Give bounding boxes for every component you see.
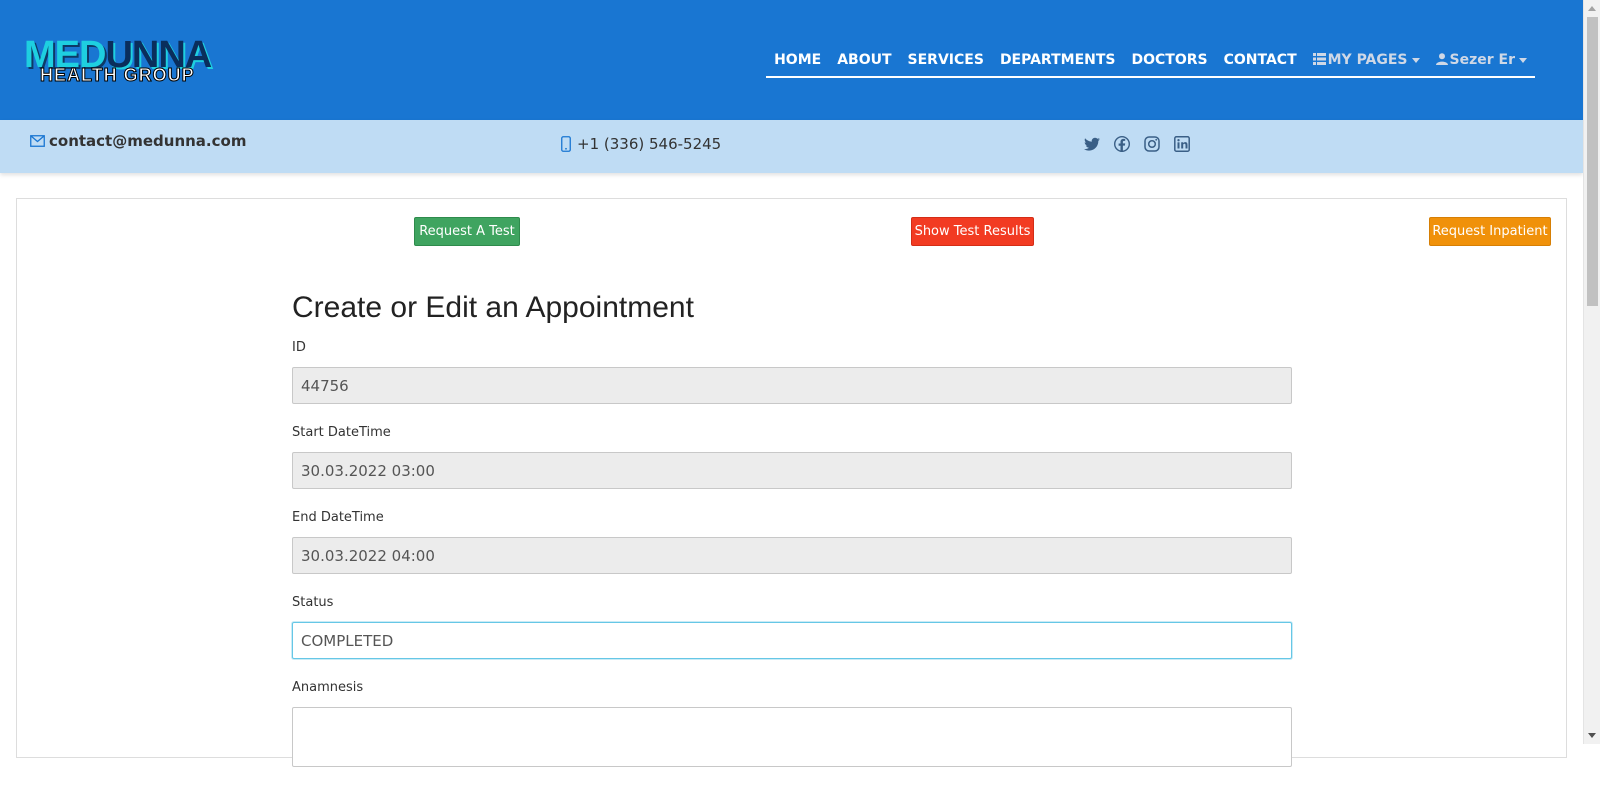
nav-contact[interactable]: CONTACT [1224, 52, 1297, 68]
nav-my-pages-label: MY PAGES [1327, 52, 1408, 68]
status-field[interactable]: COMPLETED [292, 622, 1292, 659]
social-links [1084, 136, 1190, 152]
appointment-card: Request A Test Show Test Results Request… [16, 198, 1567, 767]
list-icon [1312, 53, 1326, 65]
medunna-logo[interactable]: MEDUNNA HEALTH GROUP [24, 36, 314, 88]
nav-services[interactable]: SERVICES [908, 52, 984, 68]
linkedin-icon[interactable] [1174, 136, 1190, 152]
main-nav: HOME ABOUT SERVICES DEPARTMENTS DOCTORS … [766, 48, 1535, 78]
show-test-results-button[interactable]: Show Test Results [911, 217, 1034, 246]
envelope-icon [30, 135, 45, 147]
contact-bar: contact@medunna.com +1 (336) 546-5245 [0, 120, 1583, 173]
nav-home[interactable]: HOME [774, 52, 821, 68]
scroll-down-icon[interactable] [1588, 733, 1596, 738]
anamnesis-label: Anamnesis [292, 680, 364, 695]
scroll-thumb[interactable] [1587, 17, 1598, 306]
user-icon [1435, 53, 1448, 65]
logo-subtitle: HEALTH GROUP [40, 65, 195, 85]
nav-doctors[interactable]: DOCTORS [1131, 52, 1207, 68]
request-test-button[interactable]: Request A Test [414, 217, 520, 246]
contact-phone[interactable]: +1 (336) 546-5245 [561, 135, 721, 153]
top-header: MEDUNNA HEALTH GROUP HOME ABOUT SERVICES… [0, 0, 1583, 120]
anamnesis-textarea[interactable] [292, 707, 1292, 767]
page-scrollbar[interactable] [1583, 0, 1600, 744]
appointment-form: Create or Edit an Appointment ID 44756 S… [292, 279, 1292, 787]
nav-departments[interactable]: DEPARTMENTS [1000, 52, 1116, 68]
twitter-icon[interactable] [1084, 136, 1100, 152]
request-inpatient-button[interactable]: Request Inpatient [1429, 217, 1551, 246]
phone-text: +1 (336) 546-5245 [577, 135, 722, 153]
nav-about[interactable]: ABOUT [837, 52, 891, 68]
chevron-down-icon [1519, 57, 1527, 63]
end-datetime-field: 30.03.2022 04:00 [292, 537, 1292, 574]
page-title: Create or Edit an Appointment [292, 291, 694, 324]
start-datetime-label: Start DateTime [292, 425, 391, 440]
nav-user-menu[interactable]: Sezer Er [1435, 52, 1527, 68]
email-text: contact@medunna.com [49, 132, 247, 150]
mobile-phone-icon [561, 136, 571, 152]
end-datetime-label: End DateTime [292, 510, 384, 525]
scroll-up-icon[interactable] [1588, 6, 1596, 11]
instagram-icon[interactable] [1144, 136, 1160, 152]
id-label: ID [292, 340, 306, 355]
status-label: Status [292, 595, 334, 610]
contact-email[interactable]: contact@medunna.com [30, 132, 246, 150]
chevron-down-icon [1411, 57, 1420, 63]
facebook-icon[interactable] [1114, 136, 1130, 152]
nav-my-pages[interactable]: MY PAGES [1312, 52, 1420, 68]
nav-user-label: Sezer Er [1449, 52, 1515, 68]
start-datetime-field: 30.03.2022 03:00 [292, 452, 1292, 489]
id-field: 44756 [292, 367, 1292, 404]
